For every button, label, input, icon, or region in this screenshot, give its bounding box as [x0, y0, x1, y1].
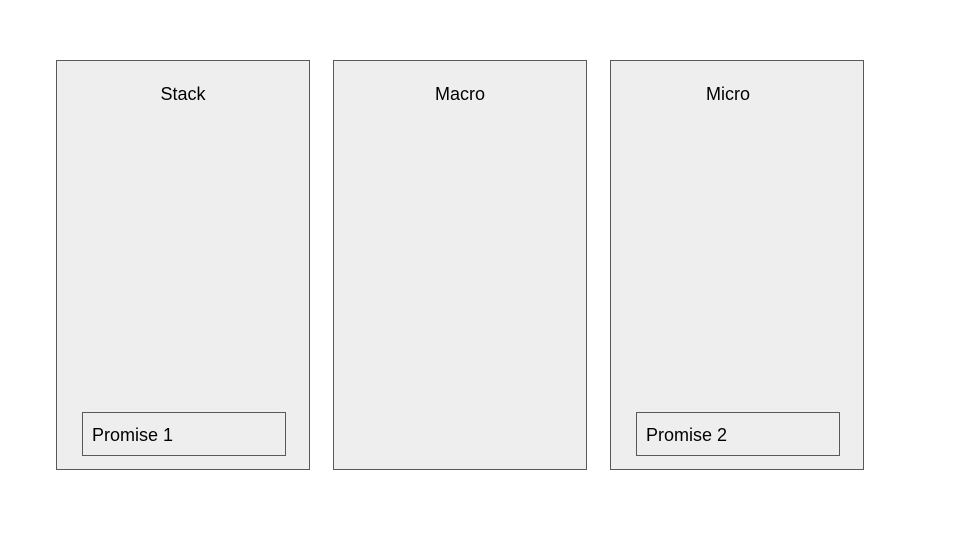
promise-2-box: Promise 2 [636, 412, 840, 456]
promise-2-label: Promise 2 [646, 425, 728, 445]
stack-column: Stack Promise 1 [56, 60, 310, 470]
micro-column: Micro Promise 2 [610, 60, 864, 470]
stack-column-title: Stack [160, 84, 206, 104]
promise-1-box: Promise 1 [82, 412, 286, 456]
promise-1-label: Promise 1 [92, 425, 174, 445]
macro-column-title: Macro [434, 84, 485, 104]
macro-column: Macro [333, 60, 587, 470]
event-loop-diagram: Stack Promise 1 Macro Micro Promise 2 [0, 0, 960, 540]
micro-column-title: Micro [706, 84, 750, 104]
